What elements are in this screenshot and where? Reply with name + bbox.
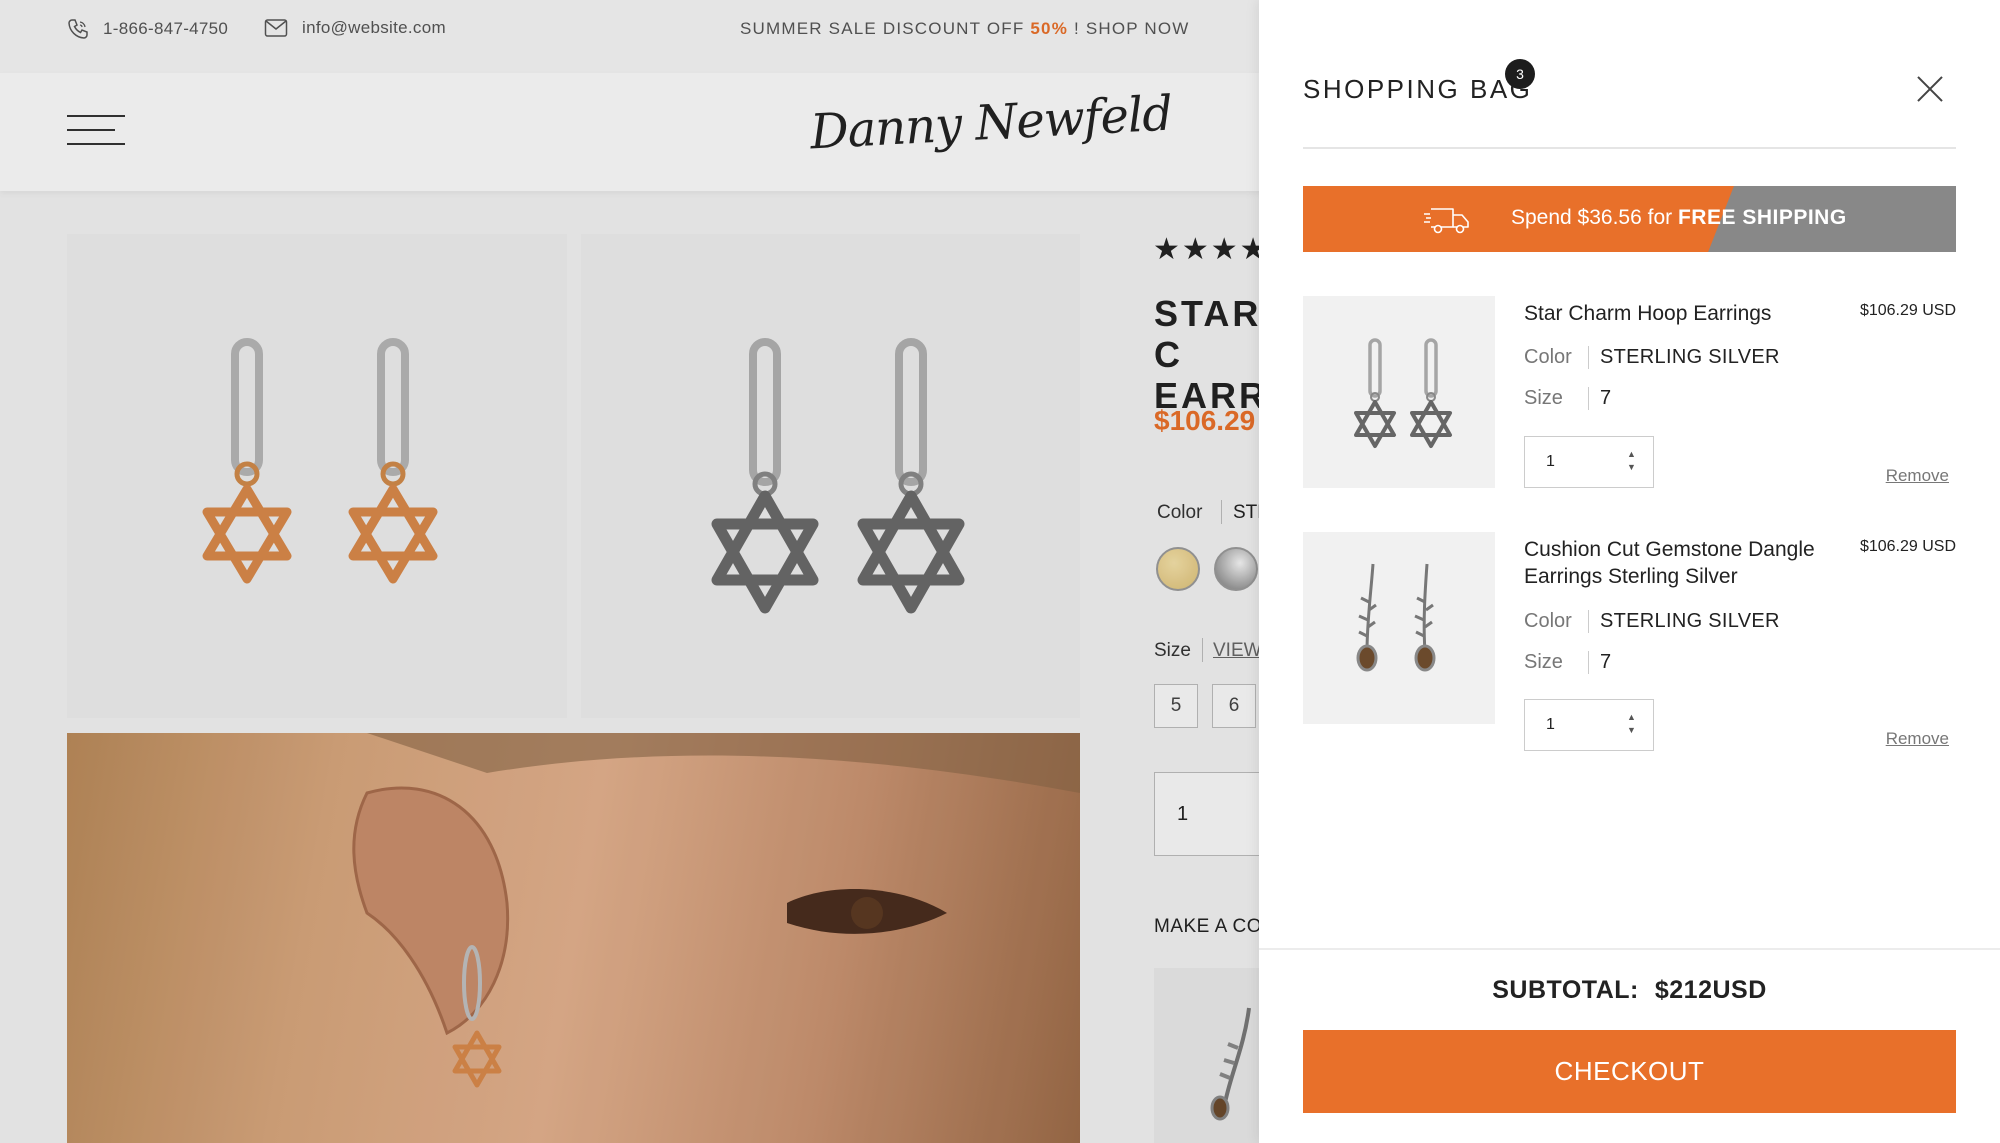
subtotal-label: SUBTOTAL: (1492, 976, 1639, 1004)
shipping-message-highlight: FREE SHIPPING (1677, 206, 1847, 229)
remove-button[interactable]: Remove (1886, 466, 1949, 486)
divider (1303, 147, 1956, 149)
promo-text: SUMMER SALE DISCOUNT OFF (740, 19, 1025, 38)
increment-icon[interactable]: ▲ (1627, 713, 1636, 722)
lifestyle-photo[interactable] (67, 733, 1080, 1143)
cart-item-color-label: Color (1524, 610, 1589, 633)
size-label: Size (1154, 640, 1191, 661)
truck-icon (1424, 208, 1469, 234)
cart-item-image[interactable] (1303, 296, 1495, 488)
cart-item-color-value: STERLING SILVER (1600, 346, 1780, 368)
cart-item-color-value: STERLING SILVER (1600, 610, 1780, 632)
phone-icon (68, 19, 88, 39)
product-price: $106.29 (1154, 405, 1256, 436)
gold-earrings-image (202, 338, 438, 584)
cart-item-size: Size 7 (1524, 387, 1611, 410)
cart-item-size-label: Size (1524, 651, 1589, 674)
cart-item-name[interactable]: Star Charm Hoop Earrings (1524, 300, 1854, 327)
shipping-message: Spend $36.56 for FREE SHIPPING (1511, 206, 1847, 230)
promo-banner[interactable]: SUMMER SALE DISCOUNT OFF 50% ! SHOP NOW (740, 19, 1190, 39)
cart-item: Cushion Cut Gemstone Dangle Earrings Ste… (1303, 532, 1956, 751)
quantity-input[interactable]: 1 (1154, 772, 1274, 856)
subtotal: SUBTOTAL: $212USD (1303, 976, 1956, 1005)
cart-item-size-value: 7 (1600, 651, 1612, 673)
size-option-5[interactable]: 5 (1154, 684, 1198, 728)
phone-contact[interactable]: 1-866-847-4750 (67, 18, 228, 40)
cart-item-price: $106.29 USD (1859, 538, 1956, 555)
decrement-icon[interactable]: ▼ (1627, 726, 1636, 735)
quantity-stepper[interactable]: 1 ▲ ▼ (1524, 699, 1654, 751)
cart-item-image[interactable] (1303, 532, 1495, 724)
swatch-gold[interactable] (1156, 547, 1200, 591)
quantity-value: 1 (1177, 803, 1189, 825)
color-label: Color (1157, 502, 1203, 523)
free-shipping-progress: Spend $36.56 for FREE SHIPPING (1303, 186, 1956, 252)
checkout-button[interactable]: CHECKOUT (1303, 1030, 1956, 1113)
quantity-value: 1 (1546, 453, 1555, 470)
subtotal-value: $212USD (1654, 976, 1767, 1004)
cart-item-name[interactable]: Cushion Cut Gemstone Dangle Earrings Ste… (1524, 536, 1854, 590)
size-guide-link[interactable]: VIEW (1213, 640, 1262, 662)
shipping-message-text: Spend $36.56 for (1511, 206, 1673, 229)
cart-item-size: Size 7 (1524, 651, 1611, 674)
cart-item-color: Color STERLING SILVER (1524, 610, 1780, 633)
email-address: info@website.com (302, 18, 446, 37)
cart-item-size-value: 7 (1600, 387, 1612, 409)
make-combo-label: MAKE A CO (1154, 916, 1262, 937)
star-hoop-earrings-image (1354, 338, 1452, 448)
dangle-earring-image (1210, 1007, 1251, 1121)
product-image-gold[interactable] (67, 234, 567, 718)
cart-item-price: $106.29 USD (1859, 302, 1956, 319)
email-contact[interactable]: info@website.com (264, 18, 446, 38)
remove-button[interactable]: Remove (1886, 729, 1949, 749)
product-image-silver[interactable] (581, 234, 1080, 718)
cart-count-badge: 3 (1505, 59, 1535, 89)
cart-item-color-label: Color (1524, 346, 1589, 369)
cart-item: Star Charm Hoop Earrings $106.29 USD Col… (1303, 296, 1956, 491)
increment-icon[interactable]: ▲ (1627, 450, 1636, 459)
rating-stars: ★★★★ (1153, 233, 1269, 266)
logo[interactable]: Danny Newfeld (809, 86, 1173, 161)
dangle-earrings-image (1356, 563, 1436, 672)
promo-cta: ! SHOP NOW (1073, 19, 1190, 38)
menu-icon[interactable] (67, 113, 125, 149)
cart-drawer: SHOPPING BAG 3 Spend $36.56 for FREE SHI… (1259, 0, 2000, 1143)
silver-earrings-image (711, 338, 965, 614)
decrement-icon[interactable]: ▼ (1627, 463, 1636, 472)
close-icon[interactable] (1917, 76, 1943, 102)
product-title: STAR C EARRI (1154, 293, 1274, 416)
footer-divider (1259, 948, 2000, 950)
cart-item-size-label: Size (1524, 387, 1589, 410)
related-product-thumb[interactable] (1154, 968, 1264, 1143)
cart-title: SHOPPING BAG (1303, 74, 1533, 104)
promo-discount: 50% (1030, 19, 1069, 38)
mail-icon (264, 19, 288, 37)
size-option-6[interactable]: 6 (1212, 684, 1256, 728)
quantity-value: 1 (1546, 716, 1555, 733)
quantity-stepper[interactable]: 1 ▲ ▼ (1524, 436, 1654, 488)
cart-item-color: Color STERLING SILVER (1524, 346, 1780, 369)
swatch-silver[interactable] (1214, 547, 1258, 591)
model-ear-image (67, 733, 1080, 1088)
product-title-line1: STAR C (1154, 293, 1262, 375)
phone-number: 1-866-847-4750 (103, 19, 229, 38)
